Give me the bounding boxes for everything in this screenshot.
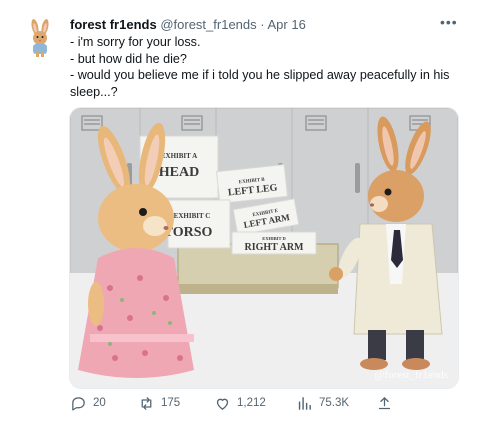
tweet-line: sleep...? — [70, 84, 118, 99]
tweet-header: forest fr1ends @forest_fr1ends · Apr 16 — [70, 16, 306, 33]
share-button[interactable] — [376, 392, 393, 414]
action-bar: 20 175 1,212 75.3K — [70, 392, 470, 414]
tweet: forest fr1ends @forest_fr1ends · Apr 16 … — [0, 0, 484, 424]
tweet-photo[interactable]: EXHIBIT A HEAD EXHIBIT B LEFT LEG EXHIBI… — [69, 107, 459, 389]
like-button[interactable]: 1,212 — [214, 392, 266, 414]
photo-scene: EXHIBIT A HEAD EXHIBIT B LEFT LEG EXHIBI… — [70, 108, 458, 388]
tweet-date[interactable]: Apr 16 — [268, 17, 306, 32]
tweet-text: - i'm sorry for your loss. - but how did… — [70, 34, 470, 100]
tweet-line: - would you believe me if i told you he … — [70, 68, 450, 82]
block-head-small: EXHIBIT A — [161, 152, 197, 160]
display-name[interactable]: forest fr1ends — [70, 17, 157, 32]
reply-button[interactable]: 20 — [70, 392, 106, 414]
tweet-line: - i'm sorry for your loss. — [70, 35, 201, 49]
retweet-button[interactable]: 175 — [138, 392, 180, 414]
more-options-icon[interactable]: ••• — [440, 14, 458, 30]
tweet-line: - but how did he die? — [70, 51, 187, 66]
retweet-icon — [141, 396, 152, 410]
handle[interactable]: @forest_fr1ends — [160, 17, 256, 32]
views-button[interactable]: 75.3K — [296, 392, 349, 414]
share-icon — [378, 396, 391, 409]
avatar[interactable] — [26, 18, 54, 58]
views-icon — [298, 396, 311, 410]
block-rightarm-big: RIGHT ARM — [245, 242, 305, 253]
reply-icon — [72, 396, 85, 411]
heart-icon — [216, 398, 229, 410]
photo-watermark: @forest_fr1ends — [374, 369, 448, 381]
block-rightarm-small: EXHIBIT D — [262, 236, 286, 241]
block-head-big: HEAD — [159, 165, 199, 180]
block-torso-small: EXHIBIT C — [174, 212, 211, 220]
view-count: 75.3K — [319, 397, 350, 409]
retweet-count: 175 — [161, 397, 181, 409]
separator: · — [260, 17, 265, 32]
reply-count: 20 — [93, 397, 106, 409]
like-count: 1,212 — [237, 397, 266, 409]
